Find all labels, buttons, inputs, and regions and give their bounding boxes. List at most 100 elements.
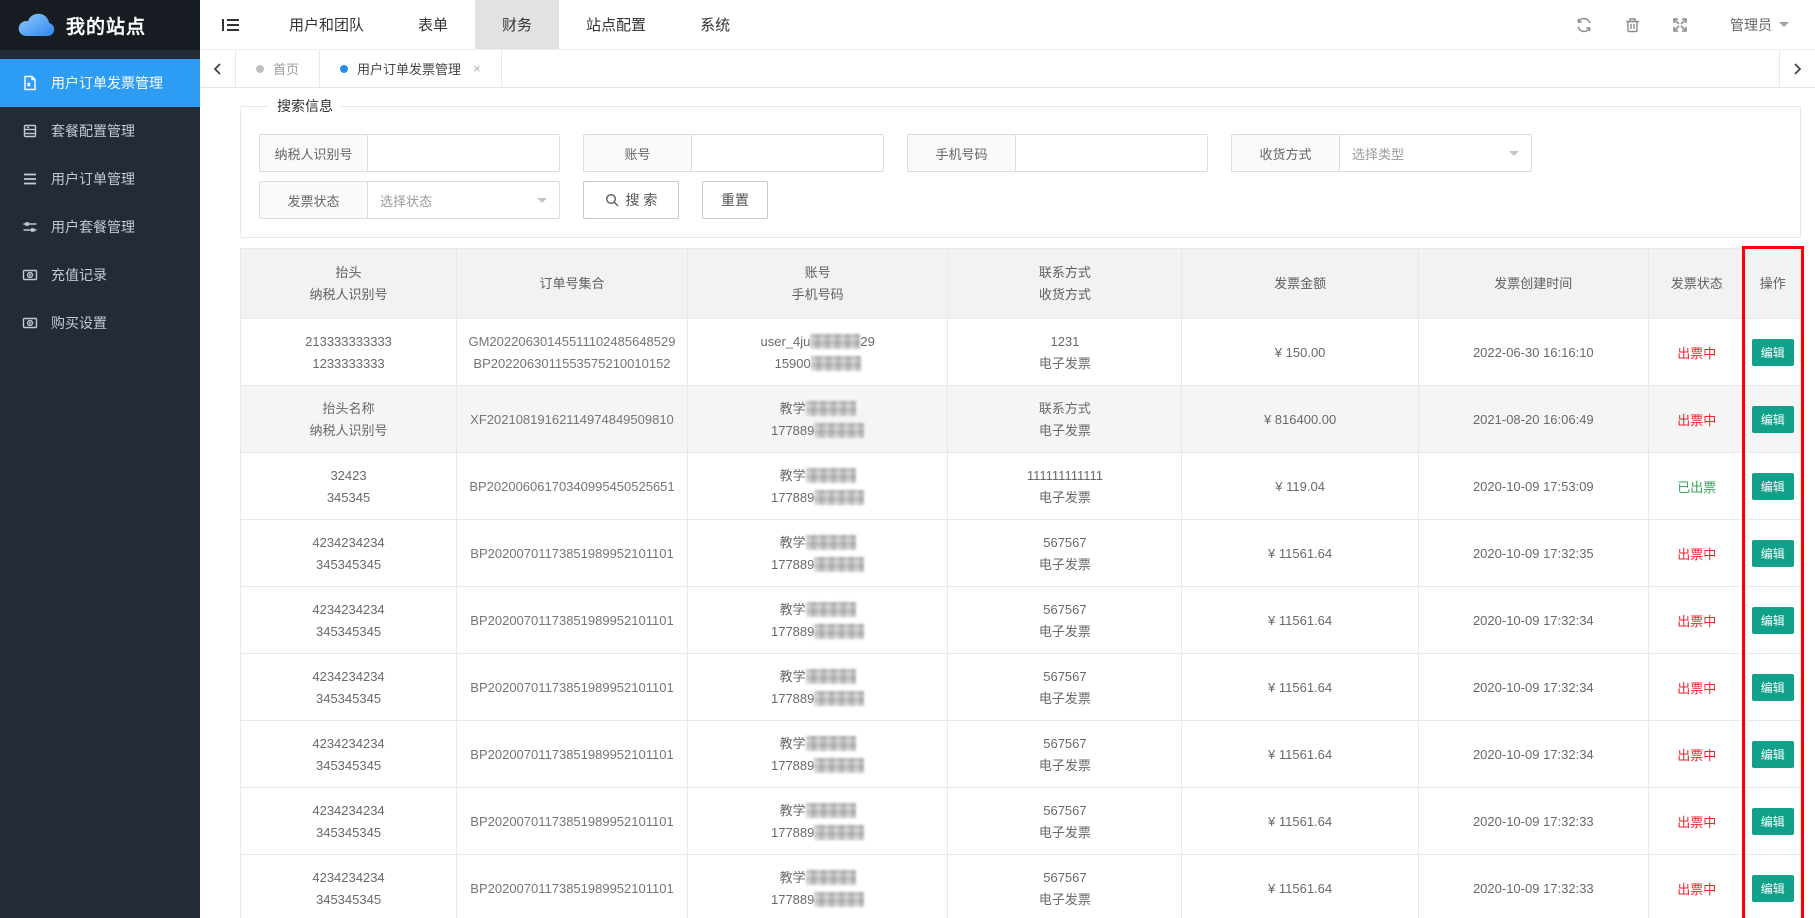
cell-title: 32423345345 xyxy=(241,453,457,520)
edit-button[interactable]: 编辑 xyxy=(1752,741,1794,768)
redaction-blur xyxy=(814,892,864,907)
nav-item[interactable]: 表单 xyxy=(391,0,475,49)
sidebar-item[interactable]: 用户订单管理 xyxy=(0,155,200,203)
cell-status: 出票中 xyxy=(1648,855,1745,918)
cell-actions: 编辑 xyxy=(1745,520,1800,587)
phone-input[interactable] xyxy=(1016,135,1207,171)
nav-item[interactable]: 站点配置 xyxy=(559,0,673,49)
nav-item[interactable]: 系统 xyxy=(673,0,757,49)
status-badge: 出票中 xyxy=(1677,815,1716,830)
edit-button[interactable]: 编辑 xyxy=(1752,473,1794,500)
tabs-scroll-right-icon[interactable] xyxy=(1779,50,1815,87)
sidebar-item[interactable]: 购买设置 xyxy=(0,299,200,347)
cell-amount: ¥ 11561.64 xyxy=(1182,788,1418,855)
cell-title: 4234234234345345345 xyxy=(241,587,457,654)
tab-invoice-management[interactable]: 用户订单发票管理 × xyxy=(320,50,502,87)
sidebar-item-label: 充值记录 xyxy=(51,265,107,285)
user-menu[interactable]: 管理员 xyxy=(1704,0,1815,49)
edit-button[interactable]: 编辑 xyxy=(1752,674,1794,701)
sidebar-item[interactable]: 充值记录 xyxy=(0,251,200,299)
column-header: 账号手机号码 xyxy=(687,249,948,319)
edit-button[interactable]: 编辑 xyxy=(1752,339,1794,366)
sidebar-item[interactable]: 套餐配置管理 xyxy=(0,107,200,155)
column-header: 发票创建时间 xyxy=(1418,249,1648,319)
invoice-table: 抬头纳税人识别号订单号集合账号手机号码联系方式收货方式发票金额发票创建时间发票状… xyxy=(240,248,1801,918)
invoice-status-select[interactable]: 选择状态 xyxy=(368,182,559,218)
phone-group: 手机号码 xyxy=(907,134,1208,172)
cell-account: 教学177889 xyxy=(687,788,948,855)
redaction-blur xyxy=(814,758,864,773)
cell-orders: BP20200606170340995450525651 xyxy=(457,453,688,520)
invoice-status-label: 发票状态 xyxy=(260,182,368,218)
cell-status: 出票中 xyxy=(1648,721,1745,788)
tabs-scroll-left-icon[interactable] xyxy=(200,50,236,87)
edit-button[interactable]: 编辑 xyxy=(1752,406,1794,433)
sidebar-item-label: 套餐配置管理 xyxy=(51,121,135,141)
cell-created-time: 2020-10-09 17:53:09 xyxy=(1418,453,1648,520)
cell-created-time: 2020-10-09 17:32:33 xyxy=(1418,788,1648,855)
close-icon[interactable]: × xyxy=(473,61,481,76)
reset-button[interactable]: 重置 xyxy=(702,181,768,219)
table-row: 4234234234345345345BP2020070117385198995… xyxy=(241,855,1801,918)
status-badge: 出票中 xyxy=(1677,547,1716,562)
chevron-down-icon xyxy=(1509,151,1519,161)
phone-label: 手机号码 xyxy=(908,135,1016,171)
tab-dot-icon xyxy=(256,65,264,73)
tab-home[interactable]: 首页 xyxy=(236,50,320,87)
sidebar-item[interactable]: 用户订单发票管理 xyxy=(0,59,200,107)
table-row: 抬头名称纳税人识别号XF20210819162114974849509810教学… xyxy=(241,386,1801,453)
invoice-file-icon xyxy=(22,75,38,91)
collapse-menu-icon[interactable] xyxy=(200,0,262,49)
nav-item[interactable]: 用户和团队 xyxy=(262,0,391,49)
caret-down-icon xyxy=(1779,22,1789,32)
status-badge: 出票中 xyxy=(1677,413,1716,428)
fullscreen-icon[interactable] xyxy=(1656,0,1704,49)
user-menu-label: 管理员 xyxy=(1730,15,1772,35)
nav-item[interactable]: 财务 xyxy=(475,0,559,49)
taxpayer-id-input[interactable] xyxy=(368,135,559,171)
cell-status: 出票中 xyxy=(1648,788,1745,855)
cell-contact: 111111111111电子发票 xyxy=(948,453,1182,520)
account-group: 账号 xyxy=(583,134,884,172)
banknote-icon xyxy=(22,267,38,283)
cell-account: 教学177889 xyxy=(687,587,948,654)
sidebar-item[interactable]: 用户套餐管理 xyxy=(0,203,200,251)
refresh-icon[interactable] xyxy=(1560,0,1608,49)
cell-contact: 567567电子发票 xyxy=(948,520,1182,587)
tab-dot-icon xyxy=(340,65,348,73)
delivery-method-select[interactable]: 选择类型 xyxy=(1340,135,1531,171)
trash-icon[interactable] xyxy=(1608,0,1656,49)
cell-account: 教学177889 xyxy=(687,520,948,587)
sliders-icon xyxy=(22,219,38,235)
cell-contact: 567567电子发票 xyxy=(948,721,1182,788)
edit-button[interactable]: 编辑 xyxy=(1752,808,1794,835)
cell-created-time: 2020-10-09 17:32:34 xyxy=(1418,654,1648,721)
cell-status: 出票中 xyxy=(1648,520,1745,587)
site-logo[interactable]: 我的站点 xyxy=(0,0,200,50)
edit-button[interactable]: 编辑 xyxy=(1752,540,1794,567)
cell-actions: 编辑 xyxy=(1745,654,1800,721)
cell-orders: BP20200701173851989952101101 xyxy=(457,788,688,855)
column-header: 发票状态 xyxy=(1648,249,1745,319)
cell-contact: 567567电子发票 xyxy=(948,587,1182,654)
status-badge: 出票中 xyxy=(1677,748,1716,763)
edit-button[interactable]: 编辑 xyxy=(1752,875,1794,902)
nav-spacer xyxy=(757,0,1560,49)
cell-title: 4234234234345345345 xyxy=(241,654,457,721)
cell-actions: 编辑 xyxy=(1745,855,1800,918)
delivery-method-value: 选择类型 xyxy=(1352,144,1404,163)
search-icon xyxy=(605,193,619,207)
search-button[interactable]: 搜 索 xyxy=(583,181,679,219)
redaction-blur xyxy=(806,401,856,416)
account-input[interactable] xyxy=(692,135,883,171)
redaction-blur xyxy=(806,803,856,818)
status-badge: 出票中 xyxy=(1677,681,1716,696)
redaction-blur xyxy=(810,334,860,349)
redaction-blur xyxy=(811,356,861,371)
edit-button[interactable]: 编辑 xyxy=(1752,607,1794,634)
account-label: 账号 xyxy=(584,135,692,171)
site-title: 我的站点 xyxy=(66,12,146,39)
cell-status: 出票中 xyxy=(1648,319,1745,386)
reset-button-label: 重置 xyxy=(721,190,749,210)
redaction-blur xyxy=(814,624,864,639)
